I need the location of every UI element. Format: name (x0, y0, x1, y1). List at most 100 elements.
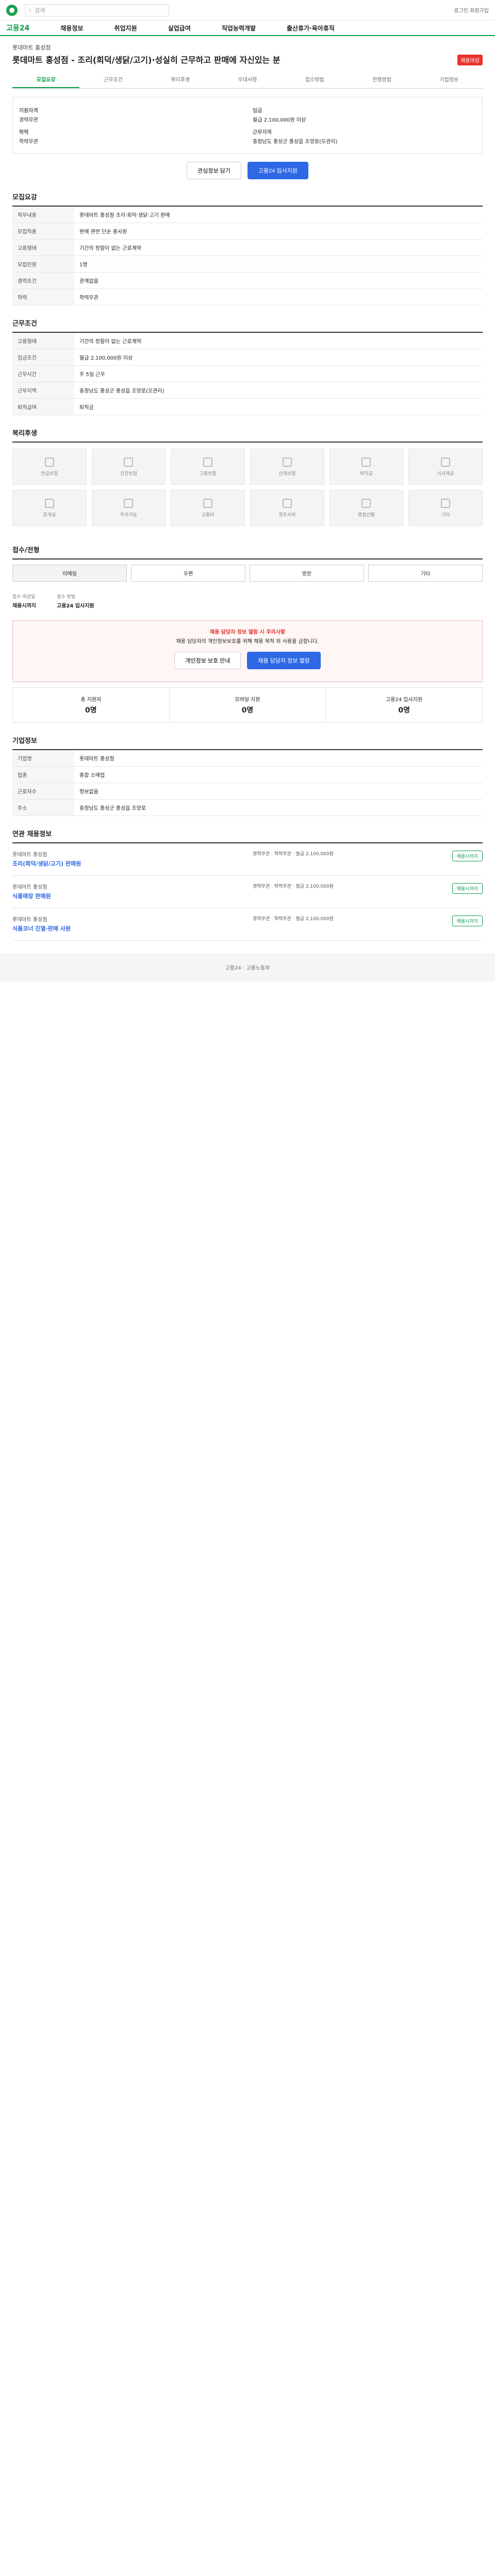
tab-welfare[interactable]: 복리후생 (147, 71, 214, 88)
welfare-label: 고용보험 (199, 471, 217, 477)
company-table: 기업명 롯데마트 홍성점 업종 종합 소매업 근로자수 정보없음 주소 충청남도 홍성군… (12, 750, 483, 816)
status-badge: 채용마감 (457, 55, 483, 65)
row-value: 종합 소매업 (74, 766, 483, 783)
company-name: 롯데마트 홍성점 (12, 44, 51, 51)
row-value: 기간의 정함이 없는 근로계약 (74, 239, 483, 256)
welfare-item: 명절선물 (329, 490, 404, 526)
row-label: 고용형태 (12, 239, 74, 256)
apply-tab-visit[interactable]: 방문 (250, 565, 364, 582)
gnb-item[interactable]: 직업능력개발 (222, 24, 256, 32)
row-label: 주소 (12, 799, 74, 816)
stat-item: 총 지원자 0명 (13, 688, 170, 722)
section-title: 접수/전형 (12, 545, 483, 560)
related-meta: 경력무관 · 학력무관 · 월급 2,100,000원 (253, 852, 334, 857)
welfare-label: 휴게실 (43, 512, 56, 518)
welfare-item: 기타 (408, 490, 483, 526)
welfare-icon (282, 457, 292, 467)
welfare-icon (44, 457, 54, 467)
recruit-table: 직무내용 롯데마트 홍성점 조리·회덕·생닭·고기 판매 모집직종 판매 관련 단순… (12, 207, 483, 306)
welfare-label: 퇴직금 (360, 471, 373, 477)
brand-logo-icon[interactable] (6, 4, 18, 16)
row-label: 근로자수 (12, 783, 74, 800)
stat-item: 고용24 입사지원 0명 (386, 697, 423, 715)
global-nav: 고용24 채용정보 취업지원 실업급여 직업능력개발 출산휴가·육아휴직 (0, 21, 495, 36)
welfare-item: 산재보험 (250, 449, 324, 485)
gnb-item[interactable]: 실업급여 (168, 24, 191, 32)
welfare-icon (203, 498, 213, 508)
gnb-item[interactable]: 채용정보 (60, 24, 83, 32)
related-section: 연관 채용정보 롯데마트 홍성점 조리(회덕/생닭/고기) 판매원 경력무관 · 학… (12, 828, 483, 941)
interest-button[interactable]: 관심정보 담기 (187, 162, 241, 179)
welfare-icon (124, 457, 134, 467)
brand-name[interactable]: 고용24 (6, 23, 29, 33)
row-value: 롯데마트 홍성점 (74, 750, 483, 767)
tab-apply[interactable]: 접수방법 (281, 71, 348, 88)
job-title: 롯데마트 홍성점 - 조리(회덕/생닭/고기)·성실히 근무하고 판매에 자신있… (12, 55, 280, 65)
welfare-icon (124, 498, 134, 508)
row-value: 정보없음 (74, 783, 483, 800)
label: 지원자격 (19, 108, 38, 114)
tab-work[interactable]: 근무조건 (79, 71, 146, 88)
welfare-icon (44, 498, 54, 508)
view-contact-button[interactable]: 채용 담당자 정보 열람 (247, 652, 321, 669)
row-value: 월급 2,100,000원 이상 (74, 349, 483, 366)
row-label: 모집직종 (12, 223, 74, 240)
row-label: 업종 (12, 766, 74, 783)
welfare-label: 주차가능 (120, 512, 138, 518)
welfare-label: 연금보험 (41, 471, 58, 477)
work-table: 고용형태 기간의 정함이 없는 근로계약 임금조건 월급 2,100,000원 이상… (12, 333, 483, 415)
row-label: 근무시간 (12, 365, 74, 382)
label: 접수 마감일 (12, 595, 36, 600)
tab-prefer[interactable]: 우대사항 (214, 71, 281, 88)
apply-tab-email[interactable]: 이메일 (12, 565, 127, 582)
welfare-icon (282, 498, 292, 508)
gnb-item[interactable]: 취업지원 (114, 24, 137, 32)
privacy-button[interactable]: 개인정보 보호 안내 (174, 652, 241, 669)
row-value: 충청남도 홍성군 홍성읍 조양로 (74, 799, 483, 816)
row-label: 모집인원 (12, 256, 74, 273)
list-item[interactable]: 롯데마트 홍성점 식품코너 진열·판매 사원 경력무관 · 학력무관 · 월급 2,… (12, 908, 483, 941)
apply-tab-post[interactable]: 우편 (131, 565, 245, 582)
tab-company[interactable]: 기업정보 (416, 71, 483, 88)
footer: 고용24 · 고용노동부 (0, 953, 495, 981)
welfare-icon (441, 498, 451, 508)
job-header: 롯데마트 홍성점 롯데마트 홍성점 - 조리(회덕/생닭/고기)·성실히 근무하… (6, 36, 489, 71)
apply-section: 접수/전형 이메일 우편 방문 기타 접수 마감일 채용시까지 접수 방법 고용24… (12, 545, 483, 723)
label: 근무지역 (253, 130, 272, 135)
section-title: 복리후생 (12, 428, 483, 443)
value: 학력무관 (19, 139, 38, 145)
related-company: 롯데마트 홍성점 (12, 885, 47, 890)
related-title[interactable]: 식품코너 진열·판매 사원 (12, 924, 219, 933)
row-value: 판매 관련 단순 종사원 (74, 223, 483, 240)
welfare-item: 교통비 (171, 490, 245, 526)
work-section: 근무조건 고용형태 기간의 정함이 없는 근로계약 임금조건 월급 2,100,00… (12, 318, 483, 415)
recruit-section: 모집요강 직무내용 롯데마트 홍성점 조리·회덕·생닭·고기 판매 모집직종 판매 … (12, 192, 483, 306)
row-label: 근무지역 (12, 382, 74, 399)
label: 접수 방법 (57, 595, 75, 600)
row-value: 롯데마트 홍성점 조리·회덕·생닭·고기 판매 (74, 207, 483, 223)
welfare-icon (441, 457, 451, 467)
tab-recruit[interactable]: 모집요강 (12, 71, 80, 88)
apply-tab-etc[interactable]: 기타 (368, 565, 483, 582)
list-item[interactable]: 롯데마트 홍성점 조리(회덕/생닭/고기) 판매원 경력무관 · 학력무관 · 월급… (12, 843, 483, 876)
row-label: 직무내용 (12, 207, 74, 223)
related-company: 롯데마트 홍성점 (12, 917, 47, 923)
gnb-item[interactable]: 출산휴가·육아휴직 (287, 24, 335, 32)
welfare-label: 교통비 (201, 512, 214, 518)
search-input[interactable]: ⌕ 검색 (25, 4, 169, 16)
tab-process[interactable]: 전형방법 (348, 71, 415, 88)
welfare-item: 휴게실 (12, 490, 87, 526)
section-title: 근무조건 (12, 318, 483, 333)
related-title[interactable]: 조리(회덕/생닭/고기) 판매원 (12, 859, 219, 868)
section-title: 기업정보 (12, 735, 483, 750)
apply-button[interactable]: 고용24 입사지원 (247, 162, 308, 179)
row-label: 경력조건 (12, 272, 74, 289)
top-links[interactable]: 로그인 회원가입 (454, 6, 489, 14)
row-label: 퇴직급여 (12, 398, 74, 415)
row-label: 임금조건 (12, 349, 74, 366)
list-item[interactable]: 롯데마트 홍성점 식품매장 판매원 경력무관 · 학력무관 · 월급 2,100,0… (12, 876, 483, 908)
related-deadline: 채용시까지 (452, 883, 483, 894)
welfare-icon (361, 498, 371, 508)
warning-body: 채용 담당자의 개인정보보호를 위해 채용 목적 외 사용을 금합니다. (176, 639, 319, 645)
related-title[interactable]: 식품매장 판매원 (12, 892, 219, 901)
